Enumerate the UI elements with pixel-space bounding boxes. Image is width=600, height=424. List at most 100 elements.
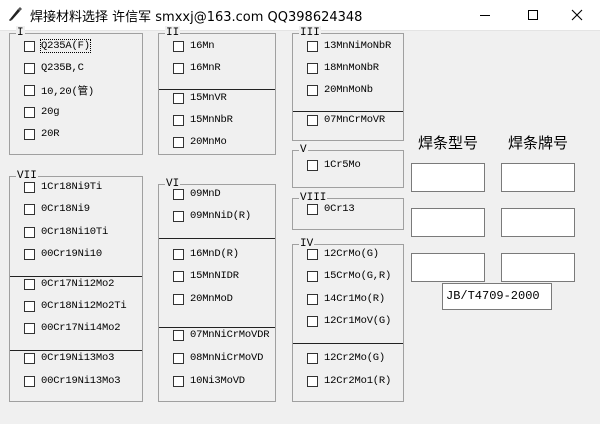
- checkbox-box[interactable]: [24, 375, 35, 387]
- checkbox-box[interactable]: [173, 375, 184, 387]
- material-checkbox[interactable]: 1Cr5Mo: [307, 156, 361, 174]
- electrode-brand-field-2[interactable]: [501, 208, 575, 237]
- material-checkbox[interactable]: Q235A(F): [24, 37, 91, 55]
- material-checkbox[interactable]: 15CrMo(G,R): [307, 267, 391, 285]
- material-checkbox[interactable]: 0Cr17Ni12Mo2: [24, 275, 114, 293]
- checkbox-box[interactable]: [173, 293, 184, 305]
- material-checkbox[interactable]: 18MnMoNbR: [307, 59, 379, 77]
- material-checkbox[interactable]: 00Cr17Ni14Mo2: [24, 319, 121, 337]
- material-label: 07MnCrMoVR: [324, 114, 386, 126]
- material-checkbox[interactable]: 07MnNiCrMoVDR: [173, 326, 270, 344]
- material-checkbox[interactable]: 09MnNiD(R): [173, 207, 251, 225]
- material-checkbox[interactable]: 0Cr13: [307, 200, 355, 218]
- material-label: 09MnD: [190, 188, 221, 200]
- checkbox-box[interactable]: [173, 188, 184, 200]
- checkbox-box[interactable]: [307, 248, 318, 260]
- material-checkbox[interactable]: 15MnNbR: [173, 111, 233, 129]
- checkbox-box[interactable]: [24, 128, 35, 140]
- checkbox-box[interactable]: [307, 203, 318, 215]
- material-checkbox[interactable]: 10Ni3MoVD: [173, 372, 245, 390]
- group-i: I Q235A(F) Q235B,C 10,20(管) 20g 20R: [9, 26, 143, 155]
- checkbox-box[interactable]: [173, 62, 184, 74]
- material-checkbox[interactable]: 09MnD: [173, 185, 221, 203]
- material-checkbox[interactable]: 12Cr1MoV(G): [307, 312, 391, 330]
- material-checkbox[interactable]: 14Cr1Mo(R): [307, 290, 385, 308]
- checkbox-box[interactable]: [24, 248, 35, 260]
- checkbox-box[interactable]: [24, 84, 35, 96]
- standard-field[interactable]: JB/T4709-2000: [442, 283, 552, 310]
- material-label: 10,20(管): [41, 85, 95, 98]
- electrode-model-field-1[interactable]: [411, 163, 485, 192]
- electrode-brand-field-3[interactable]: [501, 253, 575, 282]
- material-checkbox[interactable]: 10,20(管): [24, 81, 94, 99]
- checkbox-box[interactable]: [24, 278, 35, 290]
- checkbox-box[interactable]: [307, 84, 318, 96]
- material-label: 16MnD(R): [190, 248, 239, 260]
- checkbox-box[interactable]: [307, 159, 318, 171]
- material-checkbox[interactable]: 20MnMoD: [173, 290, 233, 308]
- checkbox-box[interactable]: [173, 329, 184, 341]
- material-label: 12Cr2Mo1(R): [324, 375, 392, 387]
- material-checkbox[interactable]: 00Cr19Ni10: [24, 245, 102, 263]
- material-checkbox[interactable]: 15MnVR: [173, 89, 227, 107]
- material-checkbox[interactable]: 16MnR: [173, 59, 221, 77]
- material-checkbox[interactable]: 0Cr18Ni12Mo2Ti: [24, 297, 127, 315]
- checkbox-box[interactable]: [173, 92, 184, 104]
- checkbox-box[interactable]: [307, 62, 318, 74]
- material-checkbox[interactable]: 0Cr18Ni10Ti: [24, 223, 108, 241]
- checkbox-box[interactable]: [173, 352, 184, 364]
- checkbox-box[interactable]: [24, 62, 35, 74]
- checkbox-box[interactable]: [307, 114, 318, 126]
- checkbox-box[interactable]: [24, 40, 35, 52]
- maximize-button[interactable]: [510, 0, 556, 30]
- checkbox-box[interactable]: [24, 106, 35, 118]
- material-checkbox[interactable]: 20MnMo: [173, 133, 227, 151]
- maximize-icon: [528, 10, 538, 20]
- material-checkbox[interactable]: 12Cr2Mo(G): [307, 349, 385, 367]
- checkbox-box[interactable]: [173, 248, 184, 260]
- checkbox-box[interactable]: [24, 203, 35, 215]
- electrode-model-field-2[interactable]: [411, 208, 485, 237]
- electrode-model-field-3[interactable]: [411, 253, 485, 282]
- checkbox-box[interactable]: [173, 210, 184, 222]
- close-button[interactable]: [554, 0, 600, 30]
- electrode-brand-field-1[interactable]: [501, 163, 575, 192]
- material-checkbox[interactable]: 0Cr19Ni13Mo3: [24, 349, 114, 367]
- material-checkbox[interactable]: 20R: [24, 125, 60, 143]
- checkbox-box[interactable]: [24, 352, 35, 364]
- checkbox-box[interactable]: [173, 136, 184, 148]
- material-label: 1Cr18Ni9Ti: [41, 181, 103, 193]
- checkbox-box[interactable]: [173, 114, 184, 126]
- checkbox-box[interactable]: [307, 270, 318, 282]
- material-checkbox[interactable]: 20g: [24, 103, 60, 121]
- minimize-button[interactable]: [462, 0, 508, 30]
- checkbox-box[interactable]: [24, 322, 35, 334]
- material-checkbox[interactable]: 0Cr18Ni9: [24, 200, 90, 218]
- material-checkbox[interactable]: Q235B,C: [24, 59, 84, 77]
- material-checkbox[interactable]: 13MnNiMoNbR: [307, 37, 391, 55]
- material-checkbox[interactable]: 16MnD(R): [173, 245, 239, 263]
- material-checkbox[interactable]: 20MnMoNb: [307, 81, 373, 99]
- checkbox-box[interactable]: [173, 40, 184, 52]
- material-label: 13MnNiMoNbR: [324, 40, 392, 52]
- checkbox-box[interactable]: [307, 352, 318, 364]
- checkbox-box[interactable]: [24, 300, 35, 312]
- checkbox-box[interactable]: [24, 226, 35, 238]
- material-checkbox[interactable]: 07MnCrMoVR: [307, 111, 385, 129]
- checkbox-box[interactable]: [307, 40, 318, 52]
- checkbox-box[interactable]: [307, 315, 318, 327]
- material-checkbox[interactable]: 1Cr18Ni9Ti: [24, 178, 102, 196]
- checkbox-box[interactable]: [307, 293, 318, 305]
- material-checkbox[interactable]: 12CrMo(G): [307, 245, 379, 263]
- material-label: 00Cr17Ni14Mo2: [41, 322, 121, 334]
- material-checkbox[interactable]: 00Cr19Ni13Mo3: [24, 372, 121, 390]
- checkbox-box[interactable]: [173, 270, 184, 282]
- material-label: 0Cr18Ni10Ti: [41, 226, 109, 238]
- material-checkbox[interactable]: 08MnNiCrMoVD: [173, 349, 263, 367]
- checkbox-box[interactable]: [307, 375, 318, 387]
- material-checkbox[interactable]: 12Cr2Mo1(R): [307, 372, 391, 390]
- material-label: 20MnMoNb: [324, 84, 373, 96]
- checkbox-box[interactable]: [24, 181, 35, 193]
- material-checkbox[interactable]: 16Mn: [173, 37, 215, 55]
- material-checkbox[interactable]: 15MnNIDR: [173, 267, 239, 285]
